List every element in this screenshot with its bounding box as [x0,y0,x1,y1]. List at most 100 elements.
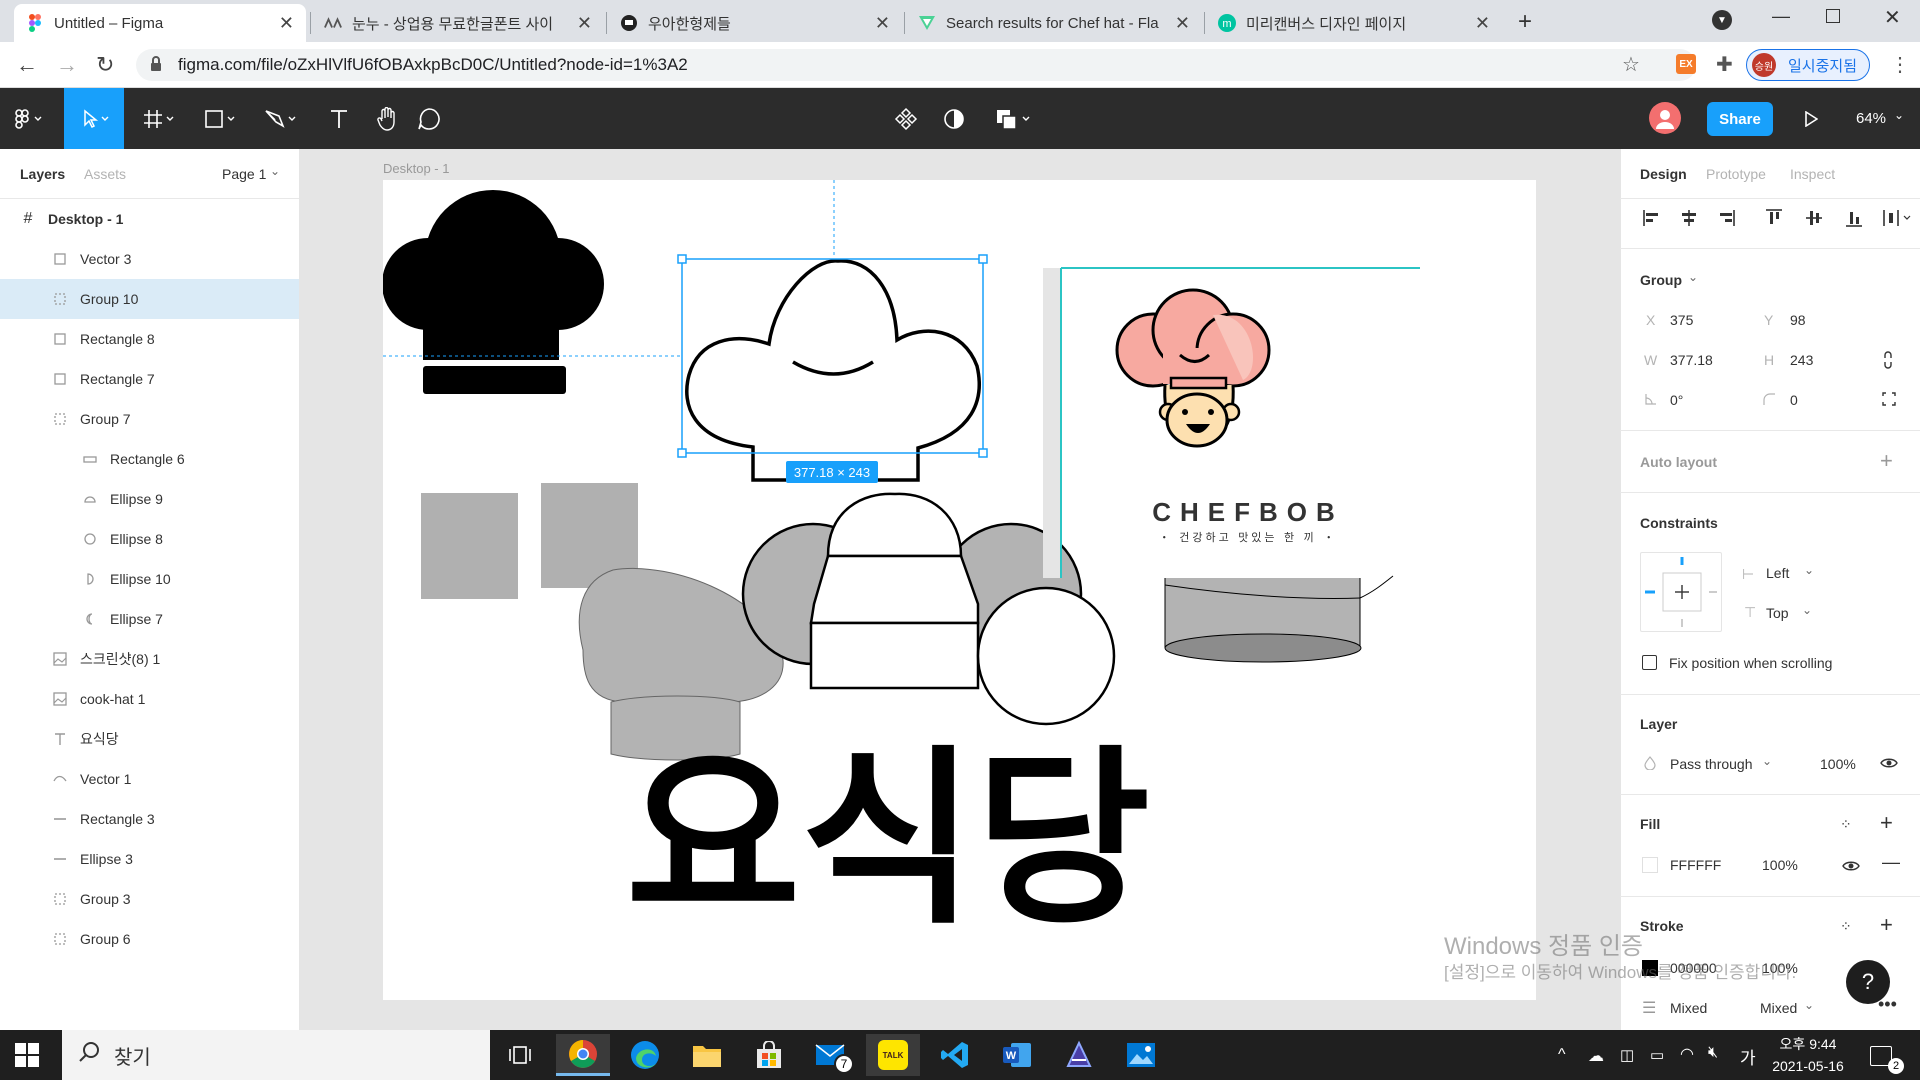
maximize-icon[interactable] [1826,9,1840,23]
taskbar-search[interactable]: 찾기 [62,1030,490,1080]
shape-tool-icon[interactable] [196,88,246,149]
windows-start-icon[interactable] [14,1042,40,1073]
constraint-horizontal[interactable]: Left [1766,565,1789,581]
back-icon[interactable]: ← [16,52,38,78]
w-input[interactable]: 377.18 [1670,352,1713,368]
component-icon[interactable] [884,88,928,149]
layer-row[interactable]: Group 7 [0,399,299,439]
store-icon[interactable] [742,1034,796,1076]
layer-row[interactable]: Group 10 [0,279,299,319]
user-avatar[interactable] [1649,102,1681,134]
figma-menu-icon[interactable] [0,88,58,149]
zoom-level[interactable]: 64% [1856,110,1886,127]
stroke-styles-icon[interactable]: ⁘ [1840,918,1852,935]
tab-prototype[interactable]: Prototype [1706,166,1766,182]
layer-row[interactable]: Ellipse 3 [0,839,299,879]
chevron-down-icon[interactable]: ⌄ [1804,998,1814,1012]
chevron-down-icon[interactable]: ⌄ [1688,270,1698,284]
layer-row[interactable]: Rectangle 6 [0,439,299,479]
close-icon[interactable]: ✕ [1175,13,1190,34]
tab-design[interactable]: Design [1640,166,1687,182]
tab-assets[interactable]: Assets [84,166,126,182]
fill-styles-icon[interactable]: ⁘ [1840,816,1852,833]
layer-row[interactable]: Ellipse 10 [0,559,299,599]
layer-row[interactable]: 요식당 [0,719,299,759]
layer-row[interactable]: Ellipse 7 [0,599,299,639]
tab-noonnu[interactable]: 눈누 - 상업용 무료한글폰트 사이 ✕ [312,4,604,42]
layer-row[interactable]: Ellipse 9 [0,479,299,519]
tab-layers[interactable]: Layers [20,166,65,182]
blend-mode-select[interactable]: Pass through [1670,756,1753,772]
layer-row[interactable]: Rectangle 8 [0,319,299,359]
remove-fill-icon[interactable]: — [1882,852,1900,873]
close-icon[interactable]: ✕ [577,13,592,34]
mask-icon[interactable] [932,88,976,149]
group-label[interactable]: Group [1640,272,1682,288]
layer-row[interactable]: Group 3 [0,879,299,919]
move-tool-icon[interactable] [64,88,124,149]
wifi-icon[interactable]: ◠ [1680,1044,1694,1064]
chevron-down-icon[interactable]: ⌄ [1802,603,1812,617]
tab-miricanvas[interactable]: m 미리캔버스 디자인 페이지 ✕ [1206,4,1502,42]
add-stroke-icon[interactable]: + [1880,912,1893,938]
eye-icon[interactable] [1842,859,1860,877]
clock-date[interactable]: 2021-05-16 [1770,1058,1846,1074]
stroke-align-select[interactable]: Mixed [1760,1000,1797,1016]
close-icon[interactable]: ✕ [1475,13,1490,34]
present-play-icon[interactable] [1796,88,1826,149]
reload-icon[interactable]: ↻ [96,52,114,78]
chevron-down-icon[interactable]: ⌄ [270,164,280,178]
new-tab-button[interactable]: + [1518,8,1532,36]
y-input[interactable]: 98 [1790,312,1806,328]
file-explorer-icon[interactable] [680,1034,734,1076]
volume-muted-icon[interactable]: 🔇︎ [1708,1044,1718,1062]
page-selector[interactable]: Page 1 [222,166,266,182]
onedrive-cloud-icon[interactable]: ☁ [1588,1046,1604,1066]
battery-icon[interactable]: ▭ [1650,1046,1664,1064]
boolean-ops-icon[interactable] [990,88,1040,149]
text-tool-icon[interactable] [316,88,362,149]
edge-taskbar-icon[interactable] [618,1034,672,1076]
close-icon[interactable]: ✕ [279,13,294,34]
x-input[interactable]: 375 [1670,312,1693,328]
chevron-down-icon[interactable]: ⌄ [1762,754,1772,768]
url-text[interactable]: figma.com/file/oZxHlVlfU6fOBAxkpBcD0C/Un… [178,55,688,75]
eye-icon[interactable] [1880,756,1898,774]
fill-swatch[interactable] [1642,857,1658,873]
constraint-vertical[interactable]: Top [1766,605,1789,621]
layer-row[interactable]: Group 6 [0,919,299,959]
layer-row[interactable]: Vector 3 [0,239,299,279]
frame-tool-icon[interactable] [136,88,184,149]
hand-tool-icon[interactable] [364,88,410,149]
photos-icon[interactable] [1114,1034,1168,1076]
pen-tool-icon[interactable] [256,88,306,149]
tab-flaticon[interactable]: Search results for Chef hat - Fla ✕ [906,4,1202,42]
stroke-weight-input[interactable]: Mixed [1670,1000,1707,1016]
security-icon[interactable]: ◫ [1620,1046,1634,1064]
vector-app-icon[interactable] [1052,1034,1106,1076]
layer-row[interactable]: cook-hat 1 [0,679,299,719]
extensions-puzzle-icon[interactable]: ✚ [1716,52,1733,77]
add-auto-layout-icon[interactable]: + [1880,448,1893,474]
comment-tool-icon[interactable] [406,88,452,149]
help-button[interactable]: ? [1846,960,1890,1004]
tab-search-icon[interactable]: ▼ [1712,10,1732,30]
constraints-widget[interactable] [1640,552,1722,632]
kakaotalk-icon[interactable]: TALK [866,1034,920,1076]
extension-ex-icon[interactable]: EX [1676,54,1696,74]
chrome-taskbar-icon[interactable] [556,1034,610,1076]
close-icon[interactable]: ✕ [875,13,890,34]
clock-time[interactable]: 오후 9:44 [1776,1034,1840,1054]
independent-corners-icon[interactable] [1882,392,1896,411]
radius-input[interactable]: 0 [1790,392,1798,408]
task-view-icon[interactable] [494,1034,548,1076]
menu-dots-icon[interactable]: ⋮ [1890,52,1910,77]
layer-row[interactable]: Ellipse 8 [0,519,299,559]
vscode-icon[interactable] [928,1034,982,1076]
layer-row[interactable]: Vector 1 [0,759,299,799]
rotation-input[interactable]: 0° [1670,392,1683,408]
tab-figma[interactable]: Untitled – Figma ✕ [14,4,306,42]
word-icon[interactable]: W [990,1034,1044,1076]
layer-opacity-input[interactable]: 100% [1820,756,1856,772]
fill-opacity-input[interactable]: 100% [1762,857,1798,873]
